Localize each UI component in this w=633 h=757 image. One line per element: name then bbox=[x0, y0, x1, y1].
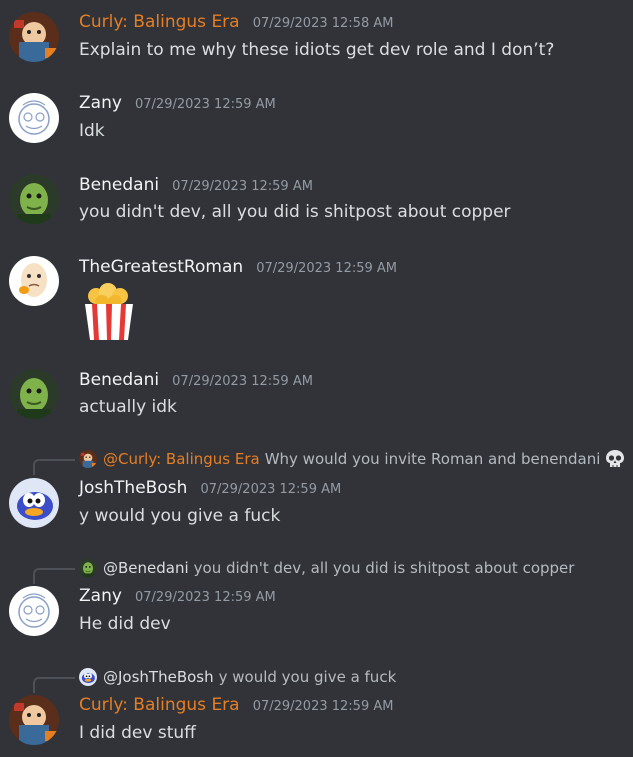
reply-author[interactable]: @Curly: Balingus Era bbox=[103, 450, 260, 468]
avatar[interactable] bbox=[9, 174, 59, 224]
message: Benedani 07/29/2023 12:59 AM actually id… bbox=[0, 369, 633, 429]
reply-author[interactable]: @Benedani bbox=[103, 559, 189, 577]
reply-avatar bbox=[79, 668, 97, 686]
message-timestamp: 07/29/2023 12:59 AM bbox=[135, 590, 276, 605]
message: Benedani 07/29/2023 12:59 AM you didn't … bbox=[0, 174, 633, 234]
message-author[interactable]: Zany bbox=[79, 93, 122, 113]
avatar[interactable] bbox=[9, 12, 59, 62]
message-author[interactable]: JoshTheBosh bbox=[79, 478, 187, 498]
reply-text: Why would you invite Roman and benendani bbox=[264, 450, 601, 468]
message: @Benedani you didn't dev, all you did is… bbox=[0, 557, 633, 647]
reply-preview[interactable]: @Curly: Balingus Era Why would you invit… bbox=[79, 448, 626, 470]
message-author[interactable]: Zany bbox=[79, 586, 122, 606]
message: @Curly: Balingus Era Why would you invit… bbox=[0, 448, 633, 538]
cartoon-character-avatar-icon bbox=[9, 695, 59, 745]
message-content: He did dev bbox=[79, 614, 171, 634]
avatar[interactable] bbox=[9, 369, 59, 419]
reply-author[interactable]: @JoshTheBosh bbox=[103, 668, 214, 686]
reply-text: you didn't dev, all you did is shitpost … bbox=[193, 559, 575, 577]
message-timestamp: 07/29/2023 12:59 AM bbox=[172, 374, 313, 389]
green-face-avatar-icon bbox=[9, 369, 59, 419]
sketch-face-avatar-icon bbox=[9, 586, 59, 636]
message-content: y would you give a fuck bbox=[79, 506, 281, 526]
message-timestamp: 07/29/2023 12:59 AM bbox=[256, 261, 397, 276]
thinking-egg-avatar-icon bbox=[9, 256, 59, 306]
message-timestamp: 07/29/2023 12:59 AM bbox=[172, 179, 313, 194]
message-author[interactable]: Benedani bbox=[79, 370, 159, 390]
message-content: Explain to me why these idiots get dev r… bbox=[79, 40, 555, 60]
avatar[interactable] bbox=[9, 478, 59, 528]
reply-connector bbox=[33, 568, 75, 584]
cartoon-character-avatar-icon bbox=[79, 450, 97, 468]
reply-avatar bbox=[79, 450, 97, 468]
cartoon-bird-avatar-icon bbox=[9, 478, 59, 528]
reply-text: y would you give a fuck bbox=[218, 668, 397, 686]
message-content: I did dev stuff bbox=[79, 723, 196, 743]
message-author[interactable]: Benedani bbox=[79, 175, 159, 195]
avatar[interactable] bbox=[9, 586, 59, 636]
avatar[interactable] bbox=[9, 93, 59, 143]
avatar[interactable] bbox=[9, 695, 59, 745]
message: Zany 07/29/2023 12:59 AM Idk bbox=[0, 93, 633, 153]
message-author[interactable]: Curly: Balingus Era bbox=[79, 12, 240, 32]
message: TheGreatestRoman 07/29/2023 12:59 AM bbox=[0, 256, 633, 346]
message-author[interactable]: TheGreatestRoman bbox=[79, 257, 243, 277]
message-timestamp: 07/29/2023 12:58 AM bbox=[252, 16, 394, 31]
message-content: you didn't dev, all you did is shitpost … bbox=[79, 202, 511, 222]
reply-preview[interactable]: @JoshTheBosh y would you give a fuck bbox=[79, 666, 396, 688]
green-face-avatar-icon bbox=[79, 559, 97, 577]
message-author[interactable]: Curly: Balingus Era bbox=[79, 695, 240, 715]
message: Curly: Balingus Era 07/29/2023 12:58 AM … bbox=[0, 10, 633, 70]
reply-connector bbox=[33, 459, 75, 475]
sketch-face-avatar-icon bbox=[9, 93, 59, 143]
cartoon-character-avatar-icon bbox=[9, 12, 59, 62]
popcorn-icon bbox=[85, 283, 133, 340]
message: @JoshTheBosh y would you give a fuck Cur… bbox=[0, 666, 633, 756]
message-content: Idk bbox=[79, 121, 105, 141]
cartoon-bird-avatar-icon bbox=[79, 668, 97, 686]
reply-avatar bbox=[79, 559, 97, 577]
green-face-avatar-icon bbox=[9, 174, 59, 224]
reply-connector bbox=[33, 677, 75, 693]
skull-icon bbox=[606, 450, 625, 467]
message-content: actually idk bbox=[79, 397, 177, 417]
message-timestamp: 07/29/2023 12:59 AM bbox=[200, 482, 342, 497]
avatar[interactable] bbox=[9, 256, 59, 306]
reply-preview[interactable]: @Benedani you didn't dev, all you did is… bbox=[79, 557, 574, 579]
message-timestamp: 07/29/2023 12:59 AM bbox=[135, 97, 276, 112]
message-timestamp: 07/29/2023 12:59 AM bbox=[252, 699, 394, 714]
